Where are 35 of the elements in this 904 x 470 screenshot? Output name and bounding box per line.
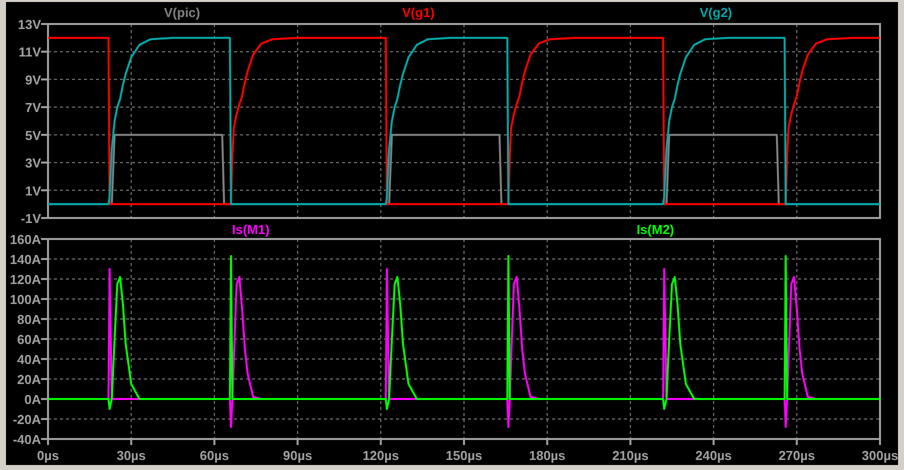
x-axis-label: 180µs [529,448,566,463]
y-axis-label: 13V [18,17,41,32]
x-axis-label: 150µs [446,448,482,463]
trace-label: V(g2) [700,4,732,20]
y-axis-label: 40A [17,352,41,367]
trace-label: Is(M2) [636,222,674,236]
y-axis-label: 5V [25,128,41,143]
y-axis-label: 80A [17,312,41,327]
x-axis-label: 300µs [862,448,898,463]
y-axis-label: 20A [17,372,41,387]
x-axis-label: 0µs [37,448,59,463]
y-axis-label: 140A [10,252,41,267]
x-axis-label: 210µs [612,448,649,463]
y-axis-label: 3V [25,156,41,171]
y-axis-label: 1V [25,183,41,198]
x-axis-label: 60µs [200,448,229,463]
y-axis-label: 9V [25,72,41,88]
trace-label: Is(M1) [232,222,270,236]
y-axis-label: 100A [10,292,41,307]
y-axis-label: 7V [25,100,41,116]
x-axis-label: 270µs [778,448,815,463]
x-axis-label: 120µs [362,448,399,463]
y-axis-label: 11V [18,44,41,60]
x-axis-label: 240µs [695,448,732,463]
y-axis-label: 0A [24,392,41,407]
y-axis-label: 120A [10,272,41,287]
y-axis-label: 60A [17,332,41,347]
y-axis-label: 160A [10,232,41,247]
x-axis-label: 30µs [116,448,146,463]
trace-label: V(g1) [402,4,435,20]
y-axis-label: -1V [20,211,41,226]
y-axis-label: -40A [12,432,41,447]
y-axis-label: -20A [12,412,41,427]
x-axis-label: 90µs [283,448,312,463]
trace-label: V(pic) [164,4,200,20]
